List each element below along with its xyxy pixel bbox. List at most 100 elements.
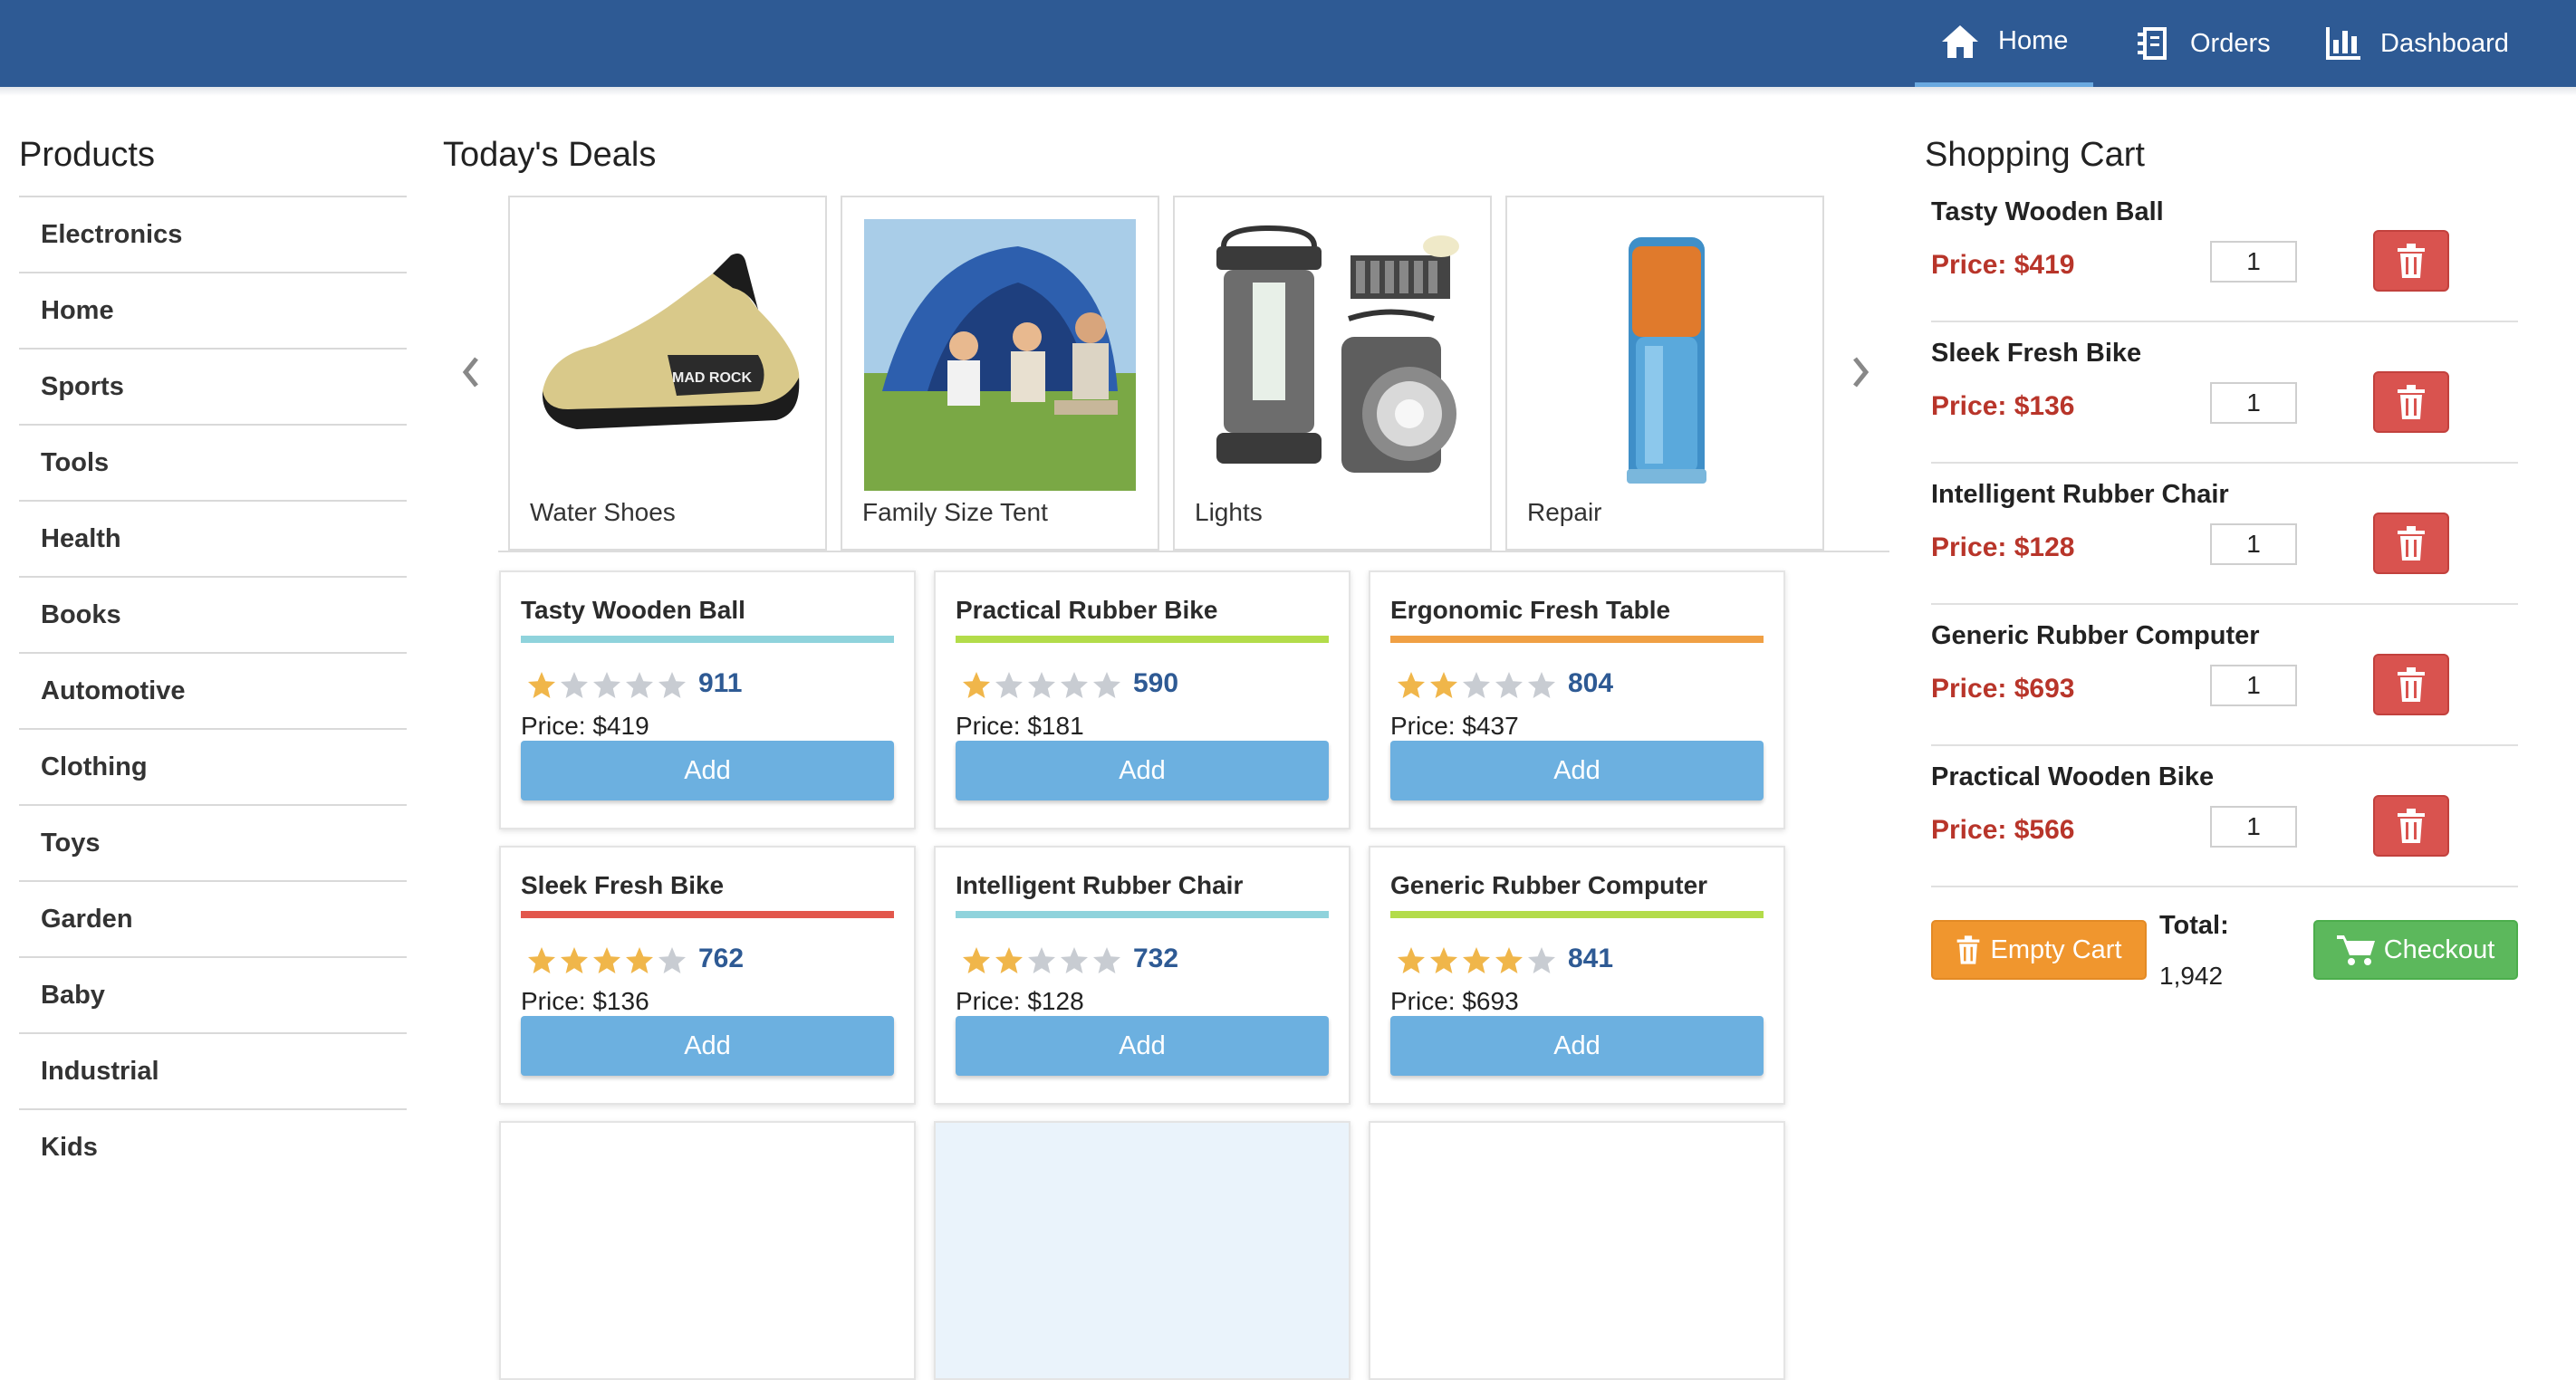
product-card-partial xyxy=(934,1121,1350,1380)
deal-card-family-tent[interactable]: Family Size Tent xyxy=(841,196,1159,551)
shopping-cart-icon xyxy=(2336,935,2375,965)
deal-label: Lights xyxy=(1195,498,1263,526)
product-price: Price: $437 xyxy=(1390,712,1519,740)
add-to-cart-button[interactable]: Add xyxy=(1390,741,1764,800)
sidebar-item-health[interactable]: Health xyxy=(19,500,407,576)
star-filled-icon xyxy=(963,947,990,973)
product-name: Intelligent Rubber Chair xyxy=(956,871,1244,899)
sidebar-item-automotive[interactable]: Automotive xyxy=(19,652,407,728)
review-count[interactable]: 841 xyxy=(1568,944,1613,974)
remove-item-button[interactable] xyxy=(2373,654,2449,715)
cart-total-value: 1,942 xyxy=(2159,962,2224,990)
add-to-cart-button[interactable]: Add xyxy=(1390,1016,1764,1076)
product-card-generic-rubber-computer: Generic Rubber Computer 841 Price: $693 … xyxy=(1369,846,1785,1105)
product-card-ergonomic-fresh-table: Ergonomic Fresh Table 804 Price: $437 Ad… xyxy=(1369,570,1785,829)
quantity-input[interactable] xyxy=(2210,241,2297,283)
remove-item-button[interactable] xyxy=(2373,795,2449,857)
product-color-bar xyxy=(521,636,894,643)
cart-item: Tasty Wooden Ball Price: $419 xyxy=(1931,181,2518,322)
add-to-cart-button[interactable]: Add xyxy=(521,1016,894,1076)
sidebar-item-sports[interactable]: Sports xyxy=(19,348,407,424)
cart-item-name: Sleek Fresh Bike xyxy=(1931,339,2142,368)
cart-item: Sleek Fresh Bike Price: $136 xyxy=(1931,322,2518,464)
sidebar-item-clothing[interactable]: Clothing xyxy=(19,728,407,804)
sidebar-item-baby[interactable]: Baby xyxy=(19,956,407,1032)
product-card-tasty-wooden-ball: Tasty Wooden Ball 911 Price: $419 Add xyxy=(499,570,916,829)
nav-dashboard[interactable]: Dashboard xyxy=(2297,0,2534,87)
add-to-cart-button[interactable]: Add xyxy=(956,741,1329,800)
star-empty-icon xyxy=(658,947,686,973)
checkout-button[interactable]: Checkout xyxy=(2313,920,2518,980)
deal-card-repair[interactable]: Repair xyxy=(1505,196,1824,551)
star-rating xyxy=(1396,670,1557,701)
product-color-bar xyxy=(956,911,1329,918)
deal-label: Family Size Tent xyxy=(862,498,1048,526)
quantity-input[interactable] xyxy=(2210,806,2297,848)
quantity-input[interactable] xyxy=(2210,665,2297,706)
empty-cart-button[interactable]: Empty Cart xyxy=(1931,920,2147,980)
star-empty-icon xyxy=(561,672,588,698)
deal-card-lights[interactable]: Lights xyxy=(1173,196,1492,551)
nav-home-label: Home xyxy=(1998,26,2069,55)
star-empty-icon xyxy=(1093,947,1120,973)
review-count[interactable]: 590 xyxy=(1133,668,1178,699)
product-card-partial xyxy=(499,1121,916,1380)
remove-item-button[interactable] xyxy=(2373,371,2449,433)
cart-item-price: Price: $566 xyxy=(1931,815,2075,845)
product-price: Price: $136 xyxy=(521,987,649,1015)
review-count[interactable]: 804 xyxy=(1568,668,1613,699)
sidebar-item-industrial[interactable]: Industrial xyxy=(19,1032,407,1108)
star-empty-icon xyxy=(1061,672,1088,698)
star-empty-icon xyxy=(593,672,620,698)
carousel-prev-button[interactable] xyxy=(453,350,489,395)
quantity-input[interactable] xyxy=(2210,382,2297,424)
remove-item-button[interactable] xyxy=(2373,230,2449,292)
product-name: Tasty Wooden Ball xyxy=(521,596,745,624)
home-icon xyxy=(1942,24,1978,58)
review-count[interactable]: 911 xyxy=(698,668,742,699)
deal-card-water-shoes[interactable]: MAD ROCK Water Shoes xyxy=(508,196,827,551)
star-empty-icon xyxy=(995,672,1023,698)
cart-item-name: Generic Rubber Computer xyxy=(1931,621,2260,650)
cart-item: Practical Wooden Bike Price: $566 xyxy=(1931,746,2518,887)
water-shoe-image: MAD ROCK xyxy=(542,254,800,429)
trash-icon xyxy=(2398,385,2425,419)
product-name: Practical Rubber Bike xyxy=(956,596,1218,624)
add-to-cart-button[interactable]: Add xyxy=(521,741,894,800)
cart-item-name: Practical Wooden Bike xyxy=(1931,762,2215,791)
category-sidebar: Electronics Home Sports Tools Health Boo… xyxy=(19,196,407,1184)
star-empty-icon xyxy=(658,672,686,698)
sidebar-item-garden[interactable]: Garden xyxy=(19,880,407,956)
family-tent-image xyxy=(864,219,1136,491)
star-filled-icon xyxy=(528,672,555,698)
trash-icon xyxy=(2398,244,2425,278)
carousel-next-button[interactable] xyxy=(1842,350,1879,395)
star-filled-icon xyxy=(1463,947,1490,973)
cart-item: Generic Rubber Computer Price: $693 xyxy=(1931,605,2518,746)
review-count[interactable]: 762 xyxy=(698,944,744,974)
remove-item-button[interactable] xyxy=(2373,513,2449,574)
product-price: Price: $128 xyxy=(956,987,1084,1015)
star-filled-icon xyxy=(995,947,1023,973)
sidebar-item-toys[interactable]: Toys xyxy=(19,804,407,880)
review-count[interactable]: 732 xyxy=(1133,944,1178,974)
sidebar-item-tools[interactable]: Tools xyxy=(19,424,407,500)
quantity-input[interactable] xyxy=(2210,523,2297,565)
cart-item-price: Price: $136 xyxy=(1931,391,2075,421)
star-filled-icon xyxy=(561,947,588,973)
sidebar-item-electronics[interactable]: Electronics xyxy=(19,196,407,272)
star-empty-icon xyxy=(1028,672,1055,698)
nav-orders[interactable]: Orders xyxy=(2107,0,2296,87)
sidebar-item-kids[interactable]: Kids xyxy=(19,1108,407,1184)
sidebar-item-home[interactable]: Home xyxy=(19,272,407,348)
product-color-bar xyxy=(1390,911,1764,918)
trash-icon xyxy=(2398,667,2425,702)
star-filled-icon xyxy=(1398,947,1425,973)
lantern-image xyxy=(1216,225,1459,473)
repair-tape-image xyxy=(1627,237,1706,484)
nav-home[interactable]: Home xyxy=(1915,0,2094,87)
sidebar-item-books[interactable]: Books xyxy=(19,576,407,652)
star-empty-icon xyxy=(626,672,653,698)
chevron-right-icon xyxy=(1853,357,1870,388)
add-to-cart-button[interactable]: Add xyxy=(956,1016,1329,1076)
